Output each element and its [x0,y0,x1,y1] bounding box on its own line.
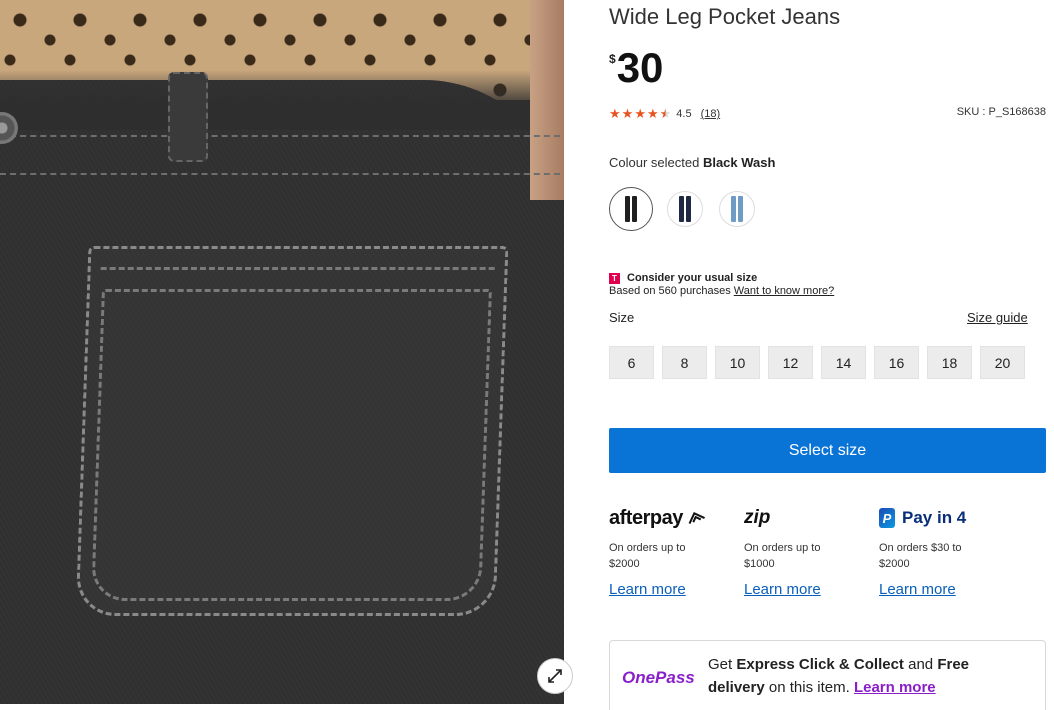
thumb-leg [679,196,684,222]
product-image[interactable] [0,0,564,704]
jeans-thumbnail-icon [731,196,743,222]
product-page: Wide Leg Pocket Jeans $ 30 ★ ★ ★ ★ ★ 4.5 (18… [0,0,1054,710]
star-icon: ★ [659,106,672,121]
size-option-18[interactable]: 18 [927,346,972,379]
size-option-14[interactable]: 14 [821,346,866,379]
thumb-leg [632,196,637,222]
pocket-top-stitch [100,267,495,270]
onepass-rest: on this item. [768,679,850,696]
size-tip-body: Based on 560 purchases [609,285,731,297]
zip-option: zip On orders up to $1000 Learn more [744,505,879,599]
zip-terms-line1: On orders up to [744,542,821,554]
price-value: 30 [616,44,664,91]
afterpay-terms: On orders up to $2000 [609,540,744,572]
zip-logo: zip [744,505,879,531]
onepass-learn-more[interactable]: Learn more [854,679,936,696]
paypal-logo: P Pay in 4 [879,505,1014,531]
sku: SKU : P_S168638 [956,106,1046,118]
size-option-20[interactable]: 20 [980,346,1025,379]
expand-image-button[interactable] [537,658,573,694]
zip-learn-more[interactable]: Learn more [744,581,821,598]
star-icon: ★ [609,106,621,121]
zip-logo-text: zip [744,507,771,528]
star-icon: ★ [634,106,646,121]
paypal-terms-line1: On orders $30 to [879,542,962,554]
paypal-option: P Pay in 4 On orders $30 to $2000 Learn … [879,505,1014,599]
onepass-message: Get Express Click & Collect and Free del… [708,653,1028,699]
size-option-10[interactable]: 10 [715,346,760,379]
star-icon: ★ [646,106,659,121]
afterpay-terms-line1: On orders up to [609,542,686,554]
jeans-thumbnail-icon [679,196,691,222]
swatch-dark-denim[interactable] [667,191,703,227]
rating-row: ★ ★ ★ ★ ★ 4.5 (18) SKU : P_S168638 [609,106,1046,122]
paypal-terms: On orders $30 to $2000 [879,540,1014,572]
afterpay-learn-more[interactable]: Learn more [609,581,686,598]
afterpay-option: afterpay On orders up to $2000 Learn mor… [609,505,744,599]
product-title: Wide Leg Pocket Jeans [609,4,841,29]
size-tip: T Consider your usual size Based on 560 … [609,272,834,297]
size-guide-link[interactable]: Size guide [967,310,1028,325]
onepass-express: Express Click & Collect [736,656,904,673]
thumb-leg [625,196,630,222]
afterpay-logo-text: afterpay [609,506,683,529]
size-tip-title: Consider your usual size [627,272,758,284]
expand-icon [548,669,562,683]
swatch-light-denim[interactable] [719,191,755,227]
size-tip-heading: T Consider your usual size [609,272,834,284]
onepass-get: Get [708,656,733,673]
colour-prefix: Colour selected [609,155,700,170]
size-tip-body-line: Based on 560 purchases Want to know more… [609,285,834,297]
afterpay-terms-line2: $2000 [609,558,640,570]
pocket-inner-stitch [91,289,492,601]
paypal-icon: P [879,508,895,528]
rating-value: 4.5 [676,108,692,120]
waistband-stitching [0,135,560,175]
afterpay-logo: afterpay [609,505,744,531]
thumb-leg [731,196,736,222]
colour-label: Colour selected Black Wash [609,155,775,170]
onepass-and: and [908,656,934,673]
belt-loop [168,72,208,162]
size-option-8[interactable]: 8 [662,346,707,379]
zip-terms: On orders up to $1000 [744,540,879,572]
onepass-delivery: delivery [708,679,765,696]
price: $ 30 [609,44,663,92]
jeans-thumbnail-icon [625,196,637,222]
thumb-leg [738,196,743,222]
payment-options: afterpay On orders up to $2000 Learn mor… [609,505,1046,599]
size-option-16[interactable]: 16 [874,346,919,379]
back-pocket [75,246,509,616]
size-options: 6 8 10 12 14 16 18 20 [609,346,1025,379]
size-option-12[interactable]: 12 [768,346,813,379]
colour-swatches [609,187,763,231]
paypal-learn-more[interactable]: Learn more [879,581,956,598]
star-icon: ★ [621,106,634,121]
paypal-logo-text: Pay in 4 [902,508,967,527]
review-count-link[interactable]: (18) [701,108,721,120]
afterpay-arrows-icon [688,511,705,524]
tip-badge-icon: T [609,272,620,284]
shadow-overlay [0,70,564,130]
thumb-leg [686,196,691,222]
onepass-logo: OnePass [622,668,695,687]
onepass-banner: OnePass Get Express Click & Collect and … [609,640,1046,710]
size-tip-link[interactable]: Want to know more? [734,285,834,297]
size-label: Size [609,310,635,325]
price-currency: $ [609,52,616,66]
paypal-terms-line2: $2000 [879,558,910,570]
swatch-black-wash[interactable] [609,187,653,231]
size-option-6[interactable]: 6 [609,346,654,379]
zip-terms-line2: $1000 [744,558,775,570]
onepass-free: Free [937,656,969,673]
rating-stars: ★ ★ ★ ★ ★ [609,106,671,122]
select-size-button[interactable]: Select size [609,428,1046,473]
colour-selected: Black Wash [702,155,776,170]
